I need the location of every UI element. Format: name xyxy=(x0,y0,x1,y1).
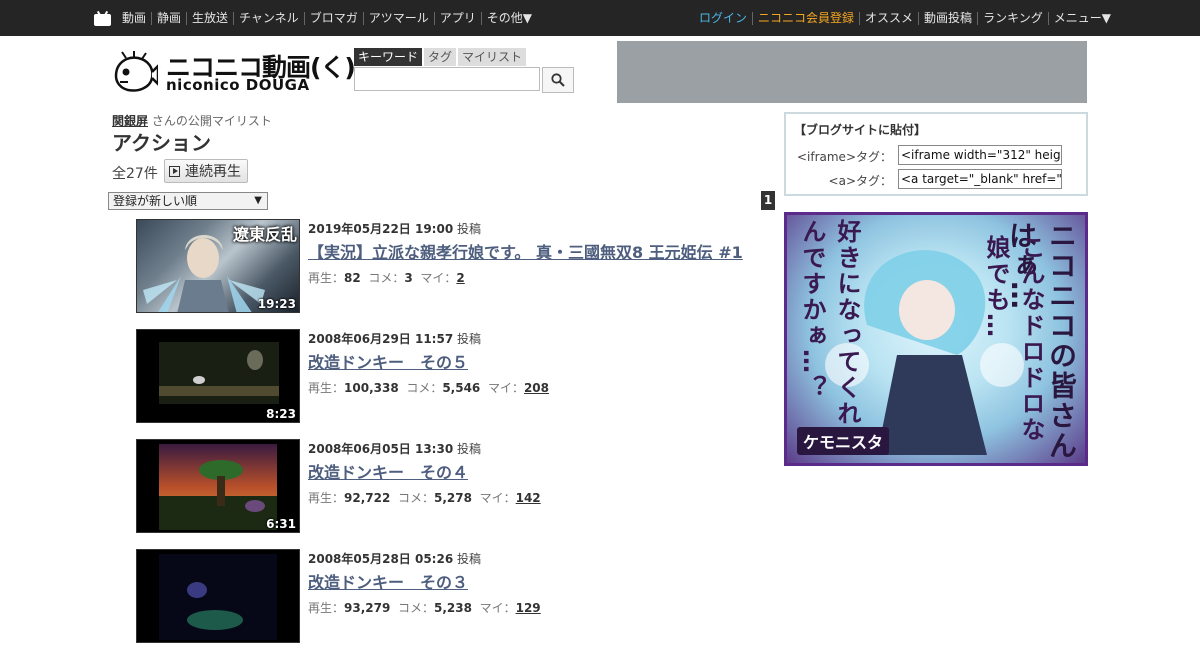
site-logo[interactable]: ニコニコ動画(く) niconico DOUGA xyxy=(112,48,356,98)
video-stats: 再生：93,279 コメ：5,238 マイ：129 xyxy=(308,601,541,615)
thumbnail-image xyxy=(159,554,277,640)
nav-atsumaru[interactable]: アツマール xyxy=(362,11,434,25)
sort-selected-value: 登録が新しい順 xyxy=(113,194,198,208)
dropdown-arrow-icon: ▼ xyxy=(254,195,262,206)
video-thumbnail[interactable] xyxy=(136,549,300,643)
mascot-logo-icon xyxy=(114,51,158,92)
video-title-link[interactable]: 改造ドンキー その５ xyxy=(308,349,549,373)
ad-copy-middle: こんなドロドロな娘でも… xyxy=(982,235,1045,443)
mylist-count-link[interactable]: 142 xyxy=(516,491,541,505)
play-icon xyxy=(169,165,180,177)
blog-embed-header: 【ブログサイトに貼付】 xyxy=(794,123,927,137)
anchor-embed-label: <a>タグ： xyxy=(828,174,892,188)
video-item: 6:31 2008年06月05日 13:30 投稿 改造ドンキー その４ 再生：… xyxy=(136,439,756,535)
video-post-date: 2008年06月05日 13:30 投稿 xyxy=(308,442,482,456)
nav-other[interactable]: その他▼ xyxy=(480,11,537,25)
video-post-date: 2008年06月29日 11:57 投稿 xyxy=(308,332,482,346)
blog-embed-box: 【ブログサイトに貼付】 <iframe>タグ： <iframe width="3… xyxy=(784,112,1088,196)
search-icon xyxy=(551,73,565,87)
owner-suffix: さんの公開マイリスト xyxy=(148,114,272,128)
nav-blomaga[interactable]: ブロマガ xyxy=(303,11,363,25)
video-stats: 再生：100,338 コメ：5,546 マイ：208 xyxy=(308,381,550,395)
niconico-tv-icon[interactable] xyxy=(94,10,111,26)
video-thumbnail[interactable]: 遼東反乱 19:23 xyxy=(136,219,300,313)
login-link[interactable]: ログイン xyxy=(694,11,752,25)
video-item: 2008年05月28日 05:26 投稿 改造ドンキー その３ 再生：93,27… xyxy=(136,549,756,645)
video-title-link[interactable]: 改造ドンキー その４ xyxy=(308,459,541,483)
thumbnail-caption: 遼東反乱 xyxy=(232,225,297,244)
iframe-embed-code[interactable]: <iframe width="312" height="176" xyxy=(898,145,1062,165)
sort-select[interactable]: 登録が新しい順 ▼ xyxy=(108,192,268,210)
mylist-count-link[interactable]: 208 xyxy=(524,381,549,395)
nav-app[interactable]: アプリ xyxy=(433,11,481,25)
iframe-embed-label: <iframe>タグ： xyxy=(796,150,892,164)
video-title-link[interactable]: 【実況】立派な親孝行娘です。 真・三國無双8 王元姫伝 #1 xyxy=(308,239,743,263)
nav-seiga[interactable]: 静画 xyxy=(151,11,186,25)
global-nav-left: 動画 静画 生放送 チャンネル ブロマガ アツマール アプリ その他▼ xyxy=(94,0,537,36)
iframe-embed-row: <iframe>タグ： <iframe width="312" height="… xyxy=(786,145,1086,167)
mylist-title: アクション xyxy=(112,131,211,155)
anchor-embed-row: <a>タグ： <a target="_blank" href="https xyxy=(786,169,1086,191)
logo-subtitle: niconico DOUGA xyxy=(166,76,310,94)
nav-live[interactable]: 生放送 xyxy=(186,11,233,25)
video-item: 8:23 2008年06月29日 11:57 投稿 改造ドンキー その５ 再生：… xyxy=(136,329,756,425)
mylist-count: 全27件 xyxy=(112,166,158,182)
register-link[interactable]: ニコニコ会員登録 xyxy=(752,11,859,25)
video-thumbnail[interactable]: 6:31 xyxy=(136,439,300,533)
page-number-badge[interactable]: 1 xyxy=(761,191,775,210)
global-nav-right: ログイン ニコニコ会員登録 オススメ 動画投稿 ランキング メニュー▼ xyxy=(694,0,1116,36)
ad-game-logo: ケモニスタ xyxy=(797,427,890,455)
continuous-play-label: 連続再生 xyxy=(185,164,241,180)
nav-menu[interactable]: メニュー▼ xyxy=(1047,11,1116,25)
search-button[interactable] xyxy=(542,67,574,93)
header-ad-banner[interactable] xyxy=(617,41,1087,103)
video-duration: 19:23 xyxy=(257,297,296,311)
owner-name-link[interactable]: 関銀屏 xyxy=(112,114,148,128)
nav-douga[interactable]: 動画 xyxy=(117,11,151,25)
anchor-embed-code[interactable]: <a target="_blank" href="https xyxy=(898,169,1062,189)
nav-ranking[interactable]: ランキング xyxy=(977,11,1048,25)
continuous-play-button[interactable]: 連続再生 xyxy=(164,159,248,183)
video-duration: 8:23 xyxy=(266,407,296,421)
search-tab-tag[interactable]: タグ xyxy=(424,48,457,66)
video-item: 遼東反乱 19:23 2019年05月22日 19:00 投稿 【実況】立派な親… xyxy=(136,219,756,315)
search-tab-mylist[interactable]: マイリスト xyxy=(458,48,527,66)
mylist-count-link[interactable]: 2 xyxy=(456,271,464,285)
sidebar-ad-banner[interactable]: ニコニコの皆さんはぁ… こんなドロドロな娘でも… 好きになってくれるんですかぁ…… xyxy=(784,212,1088,466)
video-duration: 6:31 xyxy=(266,517,296,531)
video-stats: 再生：82 コメ：3 マイ：2 xyxy=(308,271,465,285)
mylist-count-link[interactable]: 129 xyxy=(516,601,541,615)
search-tab-keyword[interactable]: キーワード xyxy=(354,48,423,66)
global-nav-bar: 動画 静画 生放送 チャンネル ブロマガ アツマール アプリ その他▼ ログイン… xyxy=(0,0,1200,36)
video-thumbnail[interactable]: 8:23 xyxy=(136,329,300,423)
video-post-date: 2008年05月28日 05:26 投稿 xyxy=(308,552,482,566)
video-stats: 再生：92,722 コメ：5,278 マイ：142 xyxy=(308,491,541,505)
nav-channel[interactable]: チャンネル xyxy=(233,11,304,25)
video-post-date: 2019年05月22日 19:00 投稿 xyxy=(308,222,482,236)
search-tabs: キーワード タグ マイリスト xyxy=(354,48,528,66)
search-input[interactable] xyxy=(354,67,540,91)
nav-recommend[interactable]: オススメ xyxy=(859,11,918,25)
video-title-link[interactable]: 改造ドンキー その３ xyxy=(308,569,541,593)
nav-upload[interactable]: 動画投稿 xyxy=(918,11,977,25)
